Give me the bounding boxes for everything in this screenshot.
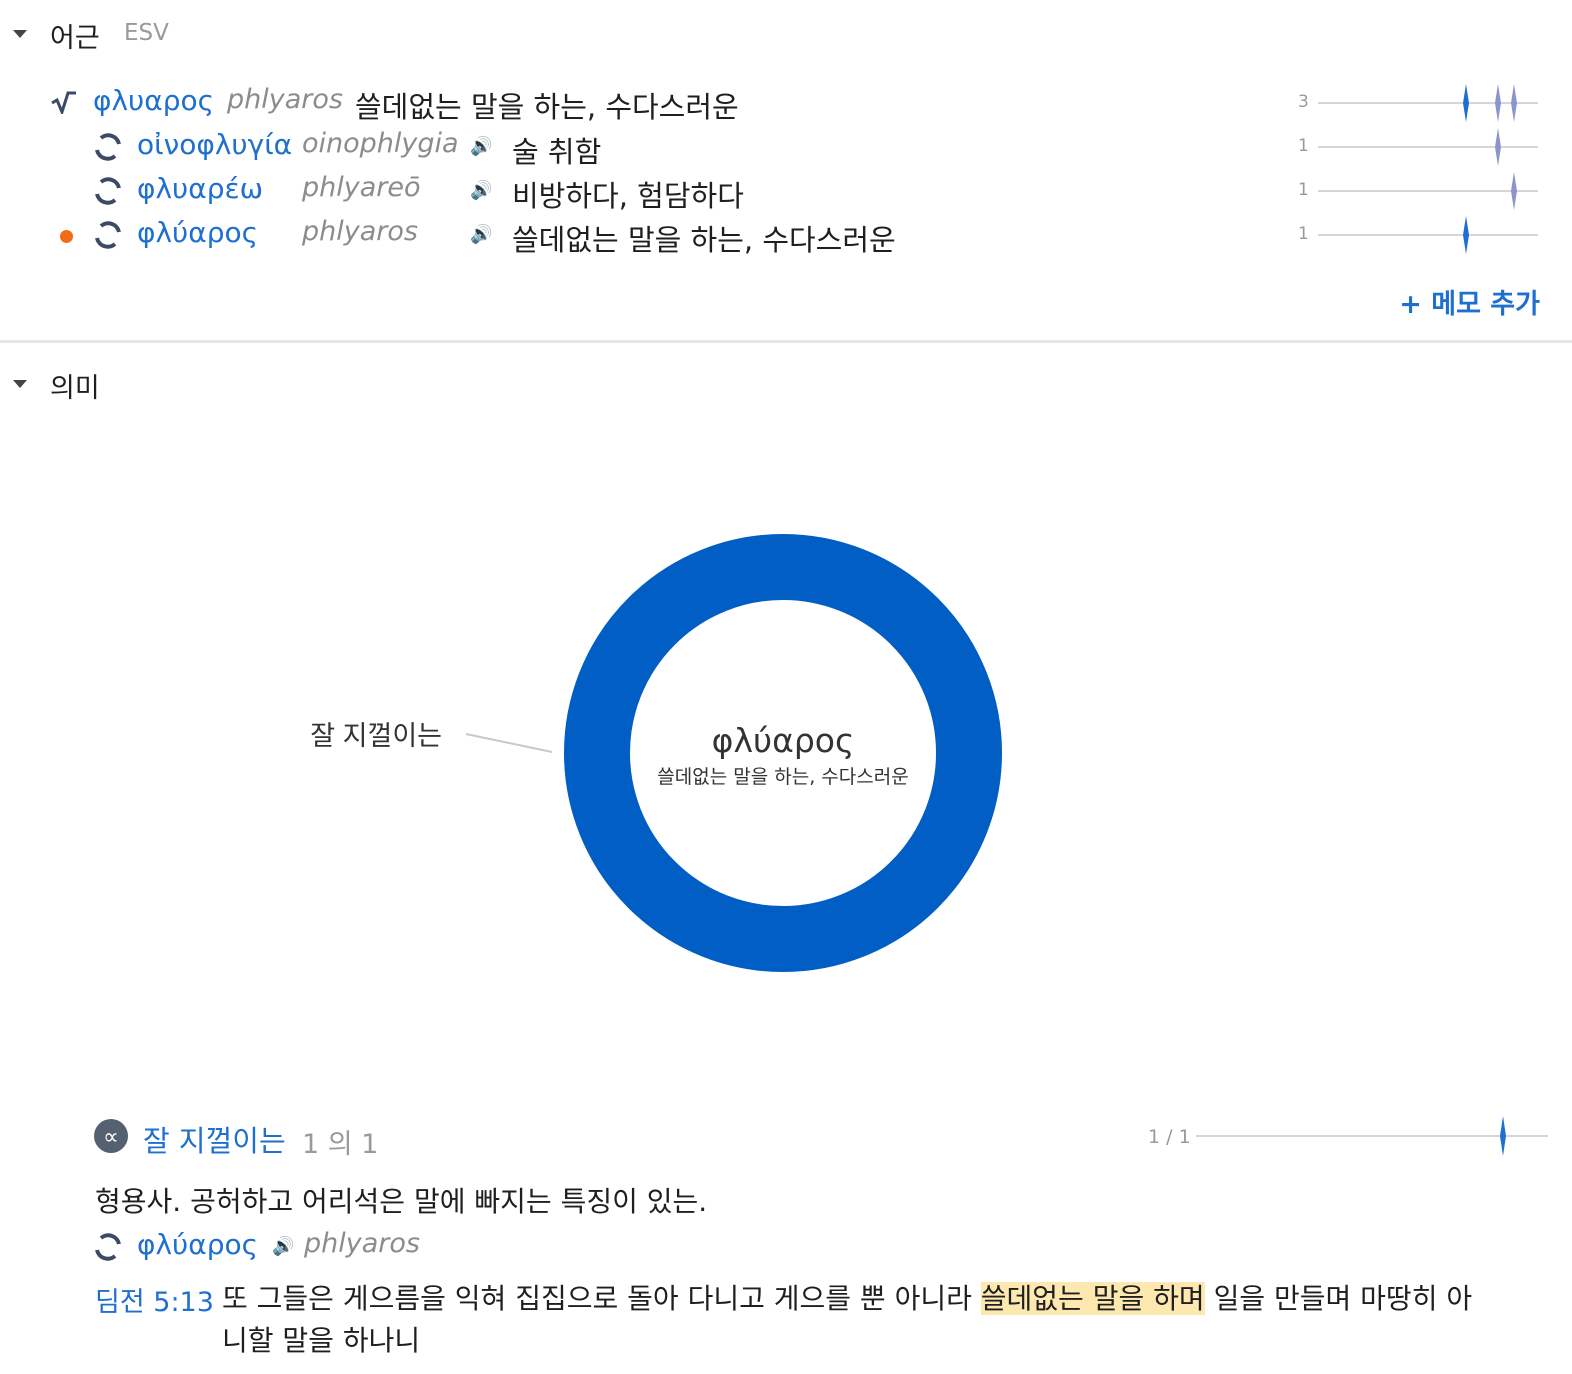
sense-definition: 형용사. 공허하고 어리석은 말에 빠지는 특징이 있는. [95,1185,708,1218]
root-row[interactable]: φλυαρέω phlyareō 🔊 비방하다, 험담하다 1 [0,172,1572,213]
current-word-dot [60,230,73,243]
add-memo-link[interactable]: + 메모 추가 [1399,282,1540,321]
occurrence-sparkline[interactable] [1318,216,1538,256]
slice-leader-line [465,733,553,753]
root-row[interactable]: οἰνοφλυγία oinophlygia 🔊 술 취함 1 [0,128,1572,169]
occurrence-count: 3 [1298,92,1309,112]
verse-text-post: 일을 만들며 마땅히 아 [1204,1282,1473,1315]
senses-donut-chart: 잘 지껄이는 φλύαρος 쓸데없는 말을 하는, 수다스러운 [310,534,1002,972]
occurrence-count: 1 [1298,136,1309,156]
cycle-icon [95,133,121,161]
verse-highlight: 쓸데없는 말을 하며 [980,1282,1205,1315]
slice-label[interactable]: 잘 지껄이는 [310,721,442,751]
verse-text: 또 그들은 게으름을 익혀 집집으로 돌아 다니고 게으를 뿐 아니라 쓸데없는… [222,1278,1552,1362]
svg-text:∝: ∝ [103,1125,119,1150]
root-greek[interactable]: φλύαρος [137,216,258,249]
audio-icon[interactable]: 🔊 [470,224,492,245]
donut-center-subtitle: 쓸데없는 말을 하는, 수다스러운 [657,766,908,788]
sense-count: 1 의 1 [302,1129,379,1160]
occurrence-sparkline[interactable] [1318,128,1538,168]
occurrence-count: 1 [1298,180,1309,200]
cycle-icon [95,221,121,249]
cycle-icon [95,177,121,205]
root-gloss: 쓸데없는 말을 하는, 수다스러운 [355,90,739,124]
root-gloss: 쓸데없는 말을 하는, 수다스러운 [512,223,896,257]
cycle-icon [95,1233,121,1261]
occurrence-count: 1 [1298,224,1309,244]
section-divider [0,340,1572,343]
root-translit: phlyareō [302,172,421,203]
verse-text-pre: 또 그들은 게으름을 익혀 집집으로 돌아 다니고 게으를 뿐 아니라 [222,1282,981,1315]
sense-word-translit: phlyaros [304,1228,420,1259]
root-translit: phlyaros [227,84,343,115]
sense-word-greek[interactable]: φλύαρος [137,1228,258,1261]
audio-icon[interactable]: 🔊 [470,136,492,157]
sense-sparkline[interactable] [1196,1116,1548,1158]
verse-reference-link[interactable]: 딤전 5:13 [95,1280,214,1319]
root-row[interactable]: φλύαρος phlyaros 🔊 쓸데없는 말을 하는, 수다스러운 1 [0,216,1572,257]
root-translit: oinophlygia [302,128,459,159]
audio-icon[interactable]: 🔊 [470,180,492,201]
collapse-arrow-icon[interactable] [13,380,27,388]
root-greek[interactable]: φλυαρος [93,84,214,117]
pager-text: 1 / 1 [1148,1126,1191,1148]
root-icon [51,91,76,114]
section-title-senses: 의미 [50,373,100,404]
version-label[interactable]: ESV [124,20,169,46]
root-gloss: 술 취함 [512,135,602,169]
collapse-arrow-icon[interactable] [13,30,27,38]
section-title-roots: 어근 [50,23,100,54]
root-greek[interactable]: φλυαρέω [137,172,263,205]
sense-title[interactable]: 잘 지껄이는 [143,1118,286,1160]
occurrence-sparkline[interactable] [1318,84,1538,124]
root-greek[interactable]: οἰνοφλυγία [137,128,292,161]
root-gloss: 비방하다, 험담하다 [512,179,744,213]
root-translit: phlyaros [302,216,418,247]
verse-text-continued: 니할 말을 하나니 [222,1324,421,1357]
donut-center-title: φλύαρος [712,721,855,760]
audio-icon[interactable]: 🔊 [272,1236,294,1257]
sense-icon: ∝ [94,1119,128,1153]
occurrence-sparkline[interactable] [1318,172,1538,212]
root-row[interactable]: φλυαρος phlyaros 쓸데없는 말을 하는, 수다스러운 3 [0,84,1572,124]
